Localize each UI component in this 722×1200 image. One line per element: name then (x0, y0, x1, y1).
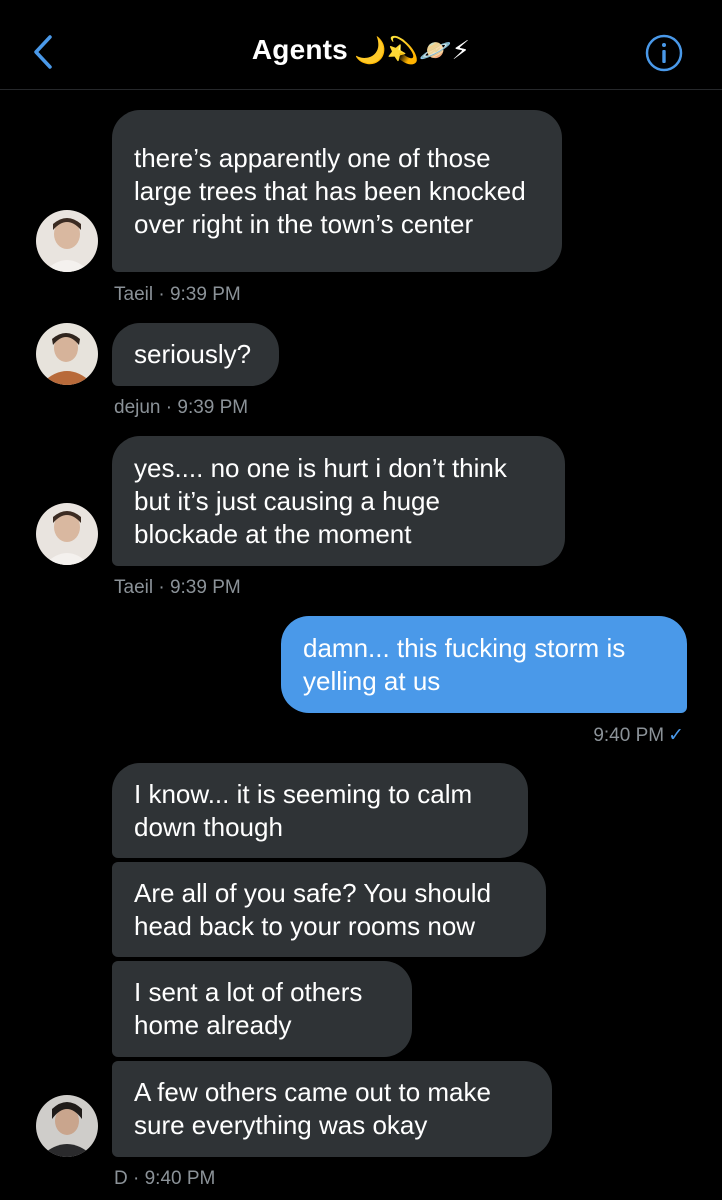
conversation-header: Agents 🌙💫🪐⚡ (0, 0, 722, 90)
message-bubble[interactable]: I sent a lot of others home already (112, 961, 412, 1057)
message-time: 9:40 PM (593, 725, 665, 746)
avatar-d (36, 1095, 98, 1157)
message-text: I sent a lot of others home already (134, 977, 363, 1040)
message-meta: Taeil · 9:39 PM (114, 577, 241, 598)
message-meta: D · 9:40 PM (114, 1168, 216, 1189)
message-text: yes.... no one is hurt i don’t think but… (134, 452, 507, 549)
message-text: seriously? (134, 339, 252, 369)
avatar-dejun (36, 323, 98, 385)
avatar[interactable] (36, 323, 98, 385)
message-text: there’s apparently one of those large tr… (134, 142, 526, 239)
message-text: Are all of you safe? You should head bac… (134, 877, 492, 941)
message-meta: dejun · 9:39 PM (114, 397, 249, 418)
message-meta: Taeil · 9:39 PM (114, 284, 241, 305)
avatar-taeil (36, 210, 98, 272)
message-meta: 9:40 PM ✓ (440, 724, 684, 747)
message-bubble[interactable]: I know... it is seeming to calm down tho… (112, 763, 528, 858)
avatar-taeil (36, 503, 98, 565)
message-bubble-outgoing[interactable]: damn... this fucking storm is yelling at… (281, 616, 687, 713)
message-text: A few others came out to make sure every… (134, 1077, 491, 1140)
message-bubble[interactable]: seriously? (112, 323, 279, 386)
title-text: Agents (251, 34, 348, 65)
info-icon[interactable] (645, 34, 683, 72)
message-text: damn... this fucking storm is yelling at… (303, 632, 626, 696)
avatar[interactable] (36, 503, 98, 565)
message-bubble[interactable]: yes.... no one is hurt i don’t think but… (112, 436, 565, 566)
message-bubble[interactable]: Are all of you safe? You should head bac… (112, 862, 546, 957)
title-emoji: 🌙💫🪐⚡ (353, 35, 471, 65)
message-bubble[interactable]: A few others came out to make sure every… (112, 1061, 552, 1157)
message-bubble[interactable]: there’s apparently one of those large tr… (112, 110, 562, 272)
sent-check-icon: ✓ (668, 725, 684, 746)
conversation-title[interactable]: Agents 🌙💫🪐⚡ (0, 34, 722, 66)
avatar[interactable] (36, 210, 98, 272)
avatar[interactable] (36, 1095, 98, 1157)
message-text: I know... it is seeming to calm down tho… (134, 778, 473, 842)
